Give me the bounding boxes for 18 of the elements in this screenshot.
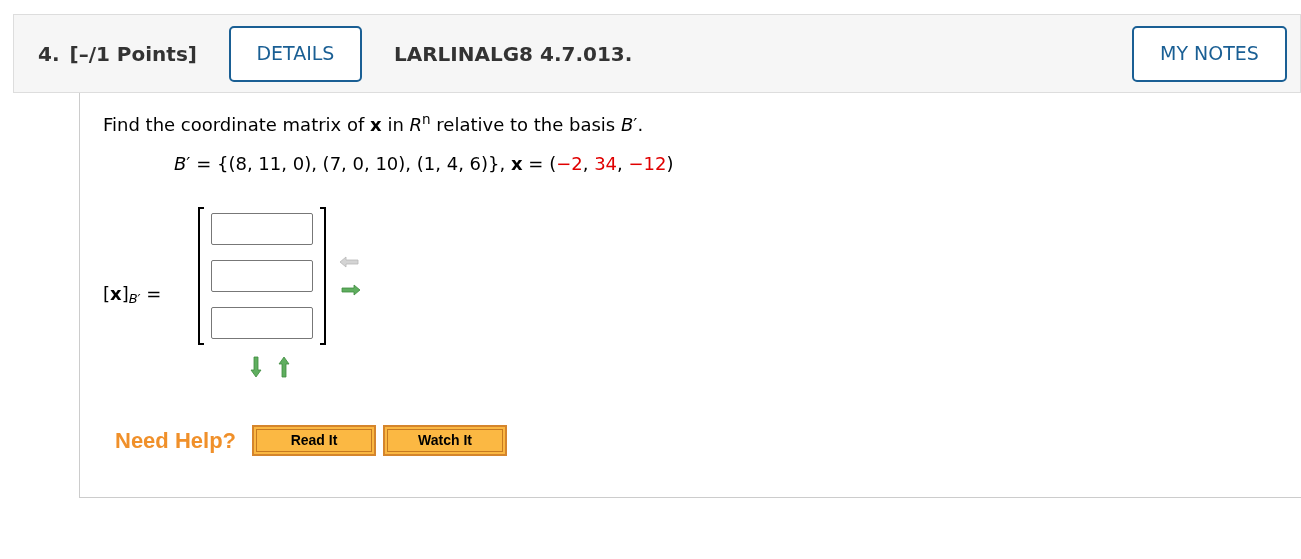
coordinate-matrix-label: [x]$_{B′}$ = (103, 281, 163, 307)
question-prompt: Find the coordinate matrix of x in R$^{n}$ relative to the basis B′. (103, 111, 644, 137)
answer-input-field[interactable] (211, 307, 313, 339)
help-button[interactable]: Watch It (383, 425, 508, 456)
arrow-left-icon[interactable] (338, 255, 362, 269)
details-button[interactable]: DETAILS (228, 25, 362, 82)
points-label: [–/1 Points] (69, 40, 197, 68)
answer-input-field[interactable] (211, 213, 313, 245)
problem-id: LARLINALG8 4.7.013. (393, 40, 633, 68)
question-number: 4. (38, 40, 60, 68)
arrow-down-icon[interactable] (249, 355, 263, 379)
basis-equation: B′ = {(8, 11, 0), (7, 0, 10), (1, 4, 6)}, x = (−2, 34, −12) (174, 152, 674, 176)
need-help-label: Need Help? (115, 427, 237, 455)
my-notes-button[interactable]: MY NOTES (1132, 25, 1287, 82)
arrow-up-icon[interactable] (277, 355, 291, 379)
answer-input-field[interactable] (211, 260, 313, 292)
help-button[interactable]: Read It (252, 425, 377, 456)
arrow-right-icon[interactable] (338, 283, 362, 297)
